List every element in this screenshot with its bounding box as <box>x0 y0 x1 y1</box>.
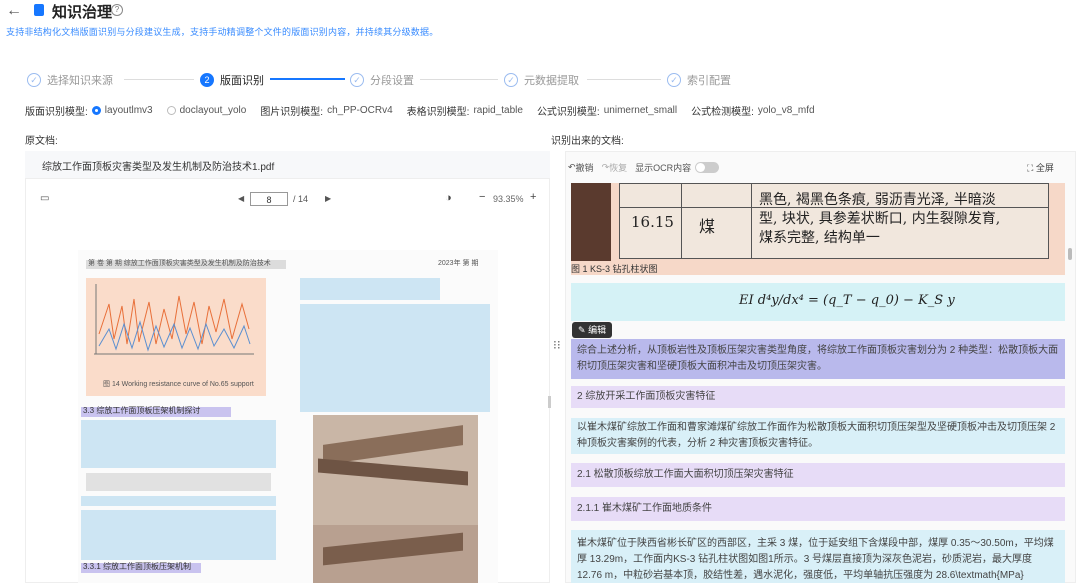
zoom-out-icon[interactable]: − <box>479 191 485 203</box>
step-layout-recognition[interactable]: 2 版面识别 <box>200 71 264 89</box>
zoom-level: 93.35% <box>493 194 524 204</box>
table-block[interactable]: 16.15 煤 黑色, 褐黑色条痕, 弱沥青光泽, 半暗淡型, 块状, 具参差状… <box>571 183 1065 275</box>
paragraph-block[interactable]: 以崔木煤矿综放工作面和曹家滩煤矿综放工作面作为松散顶板大面积切顶压架型及坚硬顶板… <box>571 418 1065 454</box>
table-cell-depth: 16.15 <box>631 213 674 231</box>
show-ocr-label: 显示OCR内容 <box>635 163 692 173</box>
back-button[interactable]: ← <box>6 2 22 20</box>
section-heading: 3.3 综放工作面顶板压架机制探讨 <box>83 406 201 415</box>
doc-running-header-right: 2023年 第 期 <box>438 260 479 267</box>
page-description: 支持非结构化文档版面识别与分段建议生成，支持手动精调整个文件的版面识别内容，并持… <box>6 27 439 37</box>
check-circle-icon: ✓ <box>27 73 41 87</box>
document-icon <box>34 4 44 16</box>
heading-block[interactable]: 2 综放开采工作面顶板灾害特征 <box>571 386 1065 408</box>
edit-label: 编辑 <box>588 325 607 335</box>
paragraph-block[interactable]: 崔木煤矿位于陕西省彬长矿区的西部区，主采 3 煤，位于延安组下含煤段中部，煤厚 … <box>571 530 1065 583</box>
check-circle-icon: ✓ <box>504 73 518 87</box>
image-model-label: 图片识别模型: <box>260 107 324 118</box>
doc-running-header: 第 卷 第 期 综放工作面顶板灾害类型及发生机制及防治技术 <box>88 260 271 267</box>
step-connector <box>587 79 661 80</box>
table-cell-desc: 黑色, 褐黑色条痕, 弱沥青光泽, 半暗淡型, 块状, 具参差状断口, 内生裂隙… <box>759 192 1001 246</box>
result-toolbar: ↶ 撤销 ↷ 恢复 显示OCR内容 <box>568 161 720 174</box>
step-connector-active <box>270 78 345 80</box>
detect-model-label: 公式检测模型: <box>691 107 754 118</box>
paragraph-block[interactable]: 综合上述分析，从顶板岩性及顶板压架灾害类型角度，将综放工作面顶板灾害划分为 2 … <box>571 339 1065 379</box>
sidebar-toggle-icon[interactable]: ▭ <box>40 193 49 204</box>
step-label: 选择知识来源 <box>47 75 113 87</box>
step-segmentation[interactable]: ✓ 分段设置 <box>350 71 414 89</box>
formula-model-value: unimernet_small <box>603 105 678 116</box>
heading-block[interactable]: 2.1.1 崔木煤矿工作面地质条件 <box>571 497 1065 521</box>
step-label: 索引配置 <box>687 75 731 87</box>
figure-caption: 图 1 KS-3 钻孔柱状图 <box>571 264 658 274</box>
fullscreen-button[interactable]: ⛶ 全屏 <box>1027 161 1054 174</box>
fullscreen-icon: ⛶ <box>1027 163 1034 173</box>
figure-caption: 图 14 Working resistance curve of No.65 s… <box>103 381 254 388</box>
theme-toggle-icon[interactable]: ◑ <box>445 192 452 204</box>
step-label: 版面识别 <box>220 75 264 87</box>
formula-block[interactable]: EI d⁴y/dx⁴ = (q_T − q_0) − K_S y <box>571 283 1065 321</box>
page-total: / 14 <box>293 194 309 204</box>
step-label: 分段设置 <box>370 75 414 87</box>
formula-model-label: 公式识别模型: <box>536 107 600 118</box>
formula-text: EI d⁴y/dx⁴ = (q_T − q_0) − K_S y <box>739 293 955 308</box>
layout-option-label: layoutlmv3 <box>104 105 153 116</box>
prev-page-icon[interactable]: ◀ <box>238 194 244 203</box>
page-title: 知识治理 <box>52 4 113 21</box>
edit-button[interactable]: ✎ 编辑 <box>572 322 613 338</box>
pdf-page: 第 卷 第 期 综放工作面顶板灾害类型及发生机制及防治技术 2023年 第 期 … <box>78 250 498 583</box>
layout-option-label: doclayout_yolo <box>179 105 247 116</box>
image-model-value: ch_PP-OCRv4 <box>327 105 393 116</box>
subsection-heading: 3.3.1 综放工作面顶板压架机制 <box>83 562 192 571</box>
detect-model-value: yolo_v8_mfd <box>757 105 815 116</box>
model-settings-row: 版面识别模型: layoutlmv3 doclayout_yolo 图片识别模型… <box>25 103 829 118</box>
page-number-input[interactable]: 8 <box>250 192 288 206</box>
step-connector <box>420 79 498 80</box>
source-filename: 综放工作面顶板灾害类型及发生机制及防治技术1.pdf <box>42 162 275 173</box>
heading-block[interactable]: 2.1 松散顶板综放工作面大面积切顶压架灾害特征 <box>571 463 1065 487</box>
result-doc-label: 识别出来的文档: <box>551 136 624 147</box>
table-model-label: 表格识别模型: <box>406 107 470 118</box>
table-cell-name: 煤 <box>699 217 716 236</box>
show-ocr-toggle[interactable] <box>695 162 720 173</box>
step-label: 元数据提取 <box>524 75 579 87</box>
next-page-icon[interactable]: ▶ <box>325 194 331 203</box>
check-circle-icon: ✓ <box>350 73 364 87</box>
check-circle-icon: ✓ <box>667 73 681 87</box>
pane-splitter[interactable] <box>548 396 551 408</box>
help-icon[interactable]: ? <box>111 4 123 16</box>
undo-button[interactable]: 撤销 <box>576 161 594 174</box>
step-index[interactable]: ✓ 索引配置 <box>667 71 731 89</box>
photo-figure[interactable] <box>313 415 478 583</box>
step-select-source[interactable]: ✓ 选择知识来源 <box>27 71 113 89</box>
chart-figure <box>94 284 254 355</box>
undo-icon[interactable]: ↶ <box>568 162 576 173</box>
edit-icon: ✎ <box>578 325 586 335</box>
step-number: 2 <box>200 73 214 87</box>
drag-handle-icon[interactable]: ⁝⁝ <box>553 338 561 352</box>
radio-doclayout-yolo[interactable] <box>166 106 176 115</box>
step-connector <box>124 79 194 80</box>
scrollbar[interactable] <box>1068 248 1072 260</box>
redo-icon[interactable]: ↷ <box>602 162 610 173</box>
source-doc-label: 原文档: <box>25 136 58 147</box>
zoom-in-icon[interactable]: + <box>530 191 536 203</box>
step-metadata[interactable]: ✓ 元数据提取 <box>504 71 579 89</box>
layout-model-label: 版面识别模型: <box>25 107 88 118</box>
table-model-value: rapid_table <box>473 105 523 116</box>
redo-button[interactable]: 恢复 <box>609 161 627 174</box>
radio-layoutlmv3[interactable] <box>91 106 101 115</box>
fullscreen-label: 全屏 <box>1035 163 1054 173</box>
